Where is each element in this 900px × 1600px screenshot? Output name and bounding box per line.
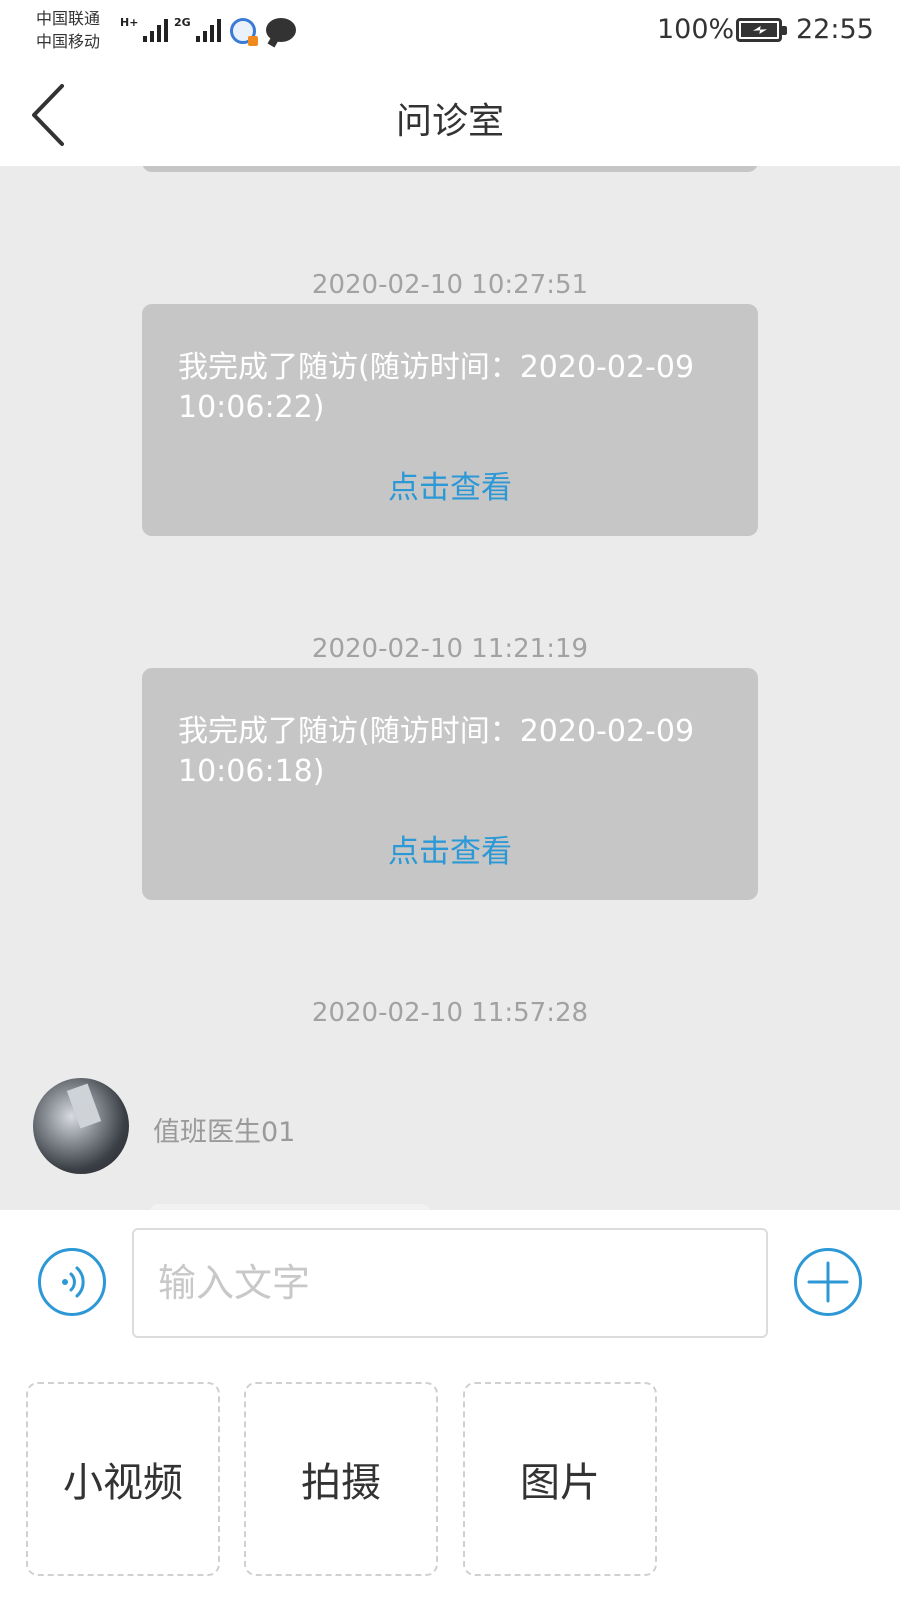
voice-button[interactable] xyxy=(38,1248,106,1316)
app-notification-icon xyxy=(230,18,258,46)
header: 问诊室 xyxy=(0,62,900,166)
sender-name: 值班医生01 xyxy=(153,1117,296,1148)
page-title: 问诊室 xyxy=(395,101,504,142)
media-options-panel: 小视频 拍摄 图片 xyxy=(0,1338,900,1600)
status-time: 22:55 xyxy=(796,14,874,45)
carrier-2: 中国移动 xyxy=(36,32,101,51)
signal-2-tag: 2G xyxy=(174,16,191,29)
signal-1-tag: H+ xyxy=(120,16,139,29)
followup-message-bubble[interactable]: 我完成了随访(随访时间：2020-02-09 10:06:22) 点击查看 xyxy=(142,304,758,536)
message-timestamp: 2020-02-10 10:27:51 xyxy=(311,270,589,300)
view-link[interactable]: 点击查看 xyxy=(142,826,758,871)
carrier-1: 中国联通 xyxy=(36,9,101,28)
chat-notification-icon xyxy=(266,18,296,42)
voice-wave-icon xyxy=(62,1266,85,1298)
battery-charging-icon xyxy=(736,18,787,42)
signal-1-icon: H+ xyxy=(120,16,169,42)
input-bar xyxy=(0,1210,900,1338)
carrier-labels: 中国联通 中国移动 xyxy=(36,7,100,53)
short-video-button[interactable]: 小视频 xyxy=(26,1382,220,1576)
status-bar: 中国联通 中国移动 H+ 2G 100% 22:55 xyxy=(0,0,900,62)
followup-message-bubble[interactable]: 我完成了随访(随访时间：2020-02-09 10:06:18) 点击查看 xyxy=(142,668,758,900)
message-input[interactable] xyxy=(132,1228,768,1338)
view-link[interactable]: 点击查看 xyxy=(142,462,758,507)
battery-percent: 100% xyxy=(657,14,735,45)
chat-area[interactable]: 2020-02-10 10:27:51 我完成了随访(随访时间：2020-02-… xyxy=(0,166,900,1210)
plus-circle-icon xyxy=(807,1261,849,1303)
previous-message-bubble[interactable] xyxy=(142,166,758,172)
message-text: 我完成了随访(随访时间：2020-02-09 10:06:22) xyxy=(178,350,695,425)
avatar[interactable] xyxy=(33,1078,129,1174)
message-timestamp: 2020-02-10 11:21:19 xyxy=(311,634,589,664)
message-timestamp: 2020-02-10 11:57:28 xyxy=(311,998,589,1028)
more-options-button[interactable] xyxy=(794,1248,862,1316)
image-button[interactable]: 图片 xyxy=(463,1382,657,1576)
message-text: 我完成了随访(随访时间：2020-02-09 10:06:18) xyxy=(178,714,695,789)
signal-2-icon: 2G xyxy=(174,16,221,42)
camera-button[interactable]: 拍摄 xyxy=(244,1382,438,1576)
